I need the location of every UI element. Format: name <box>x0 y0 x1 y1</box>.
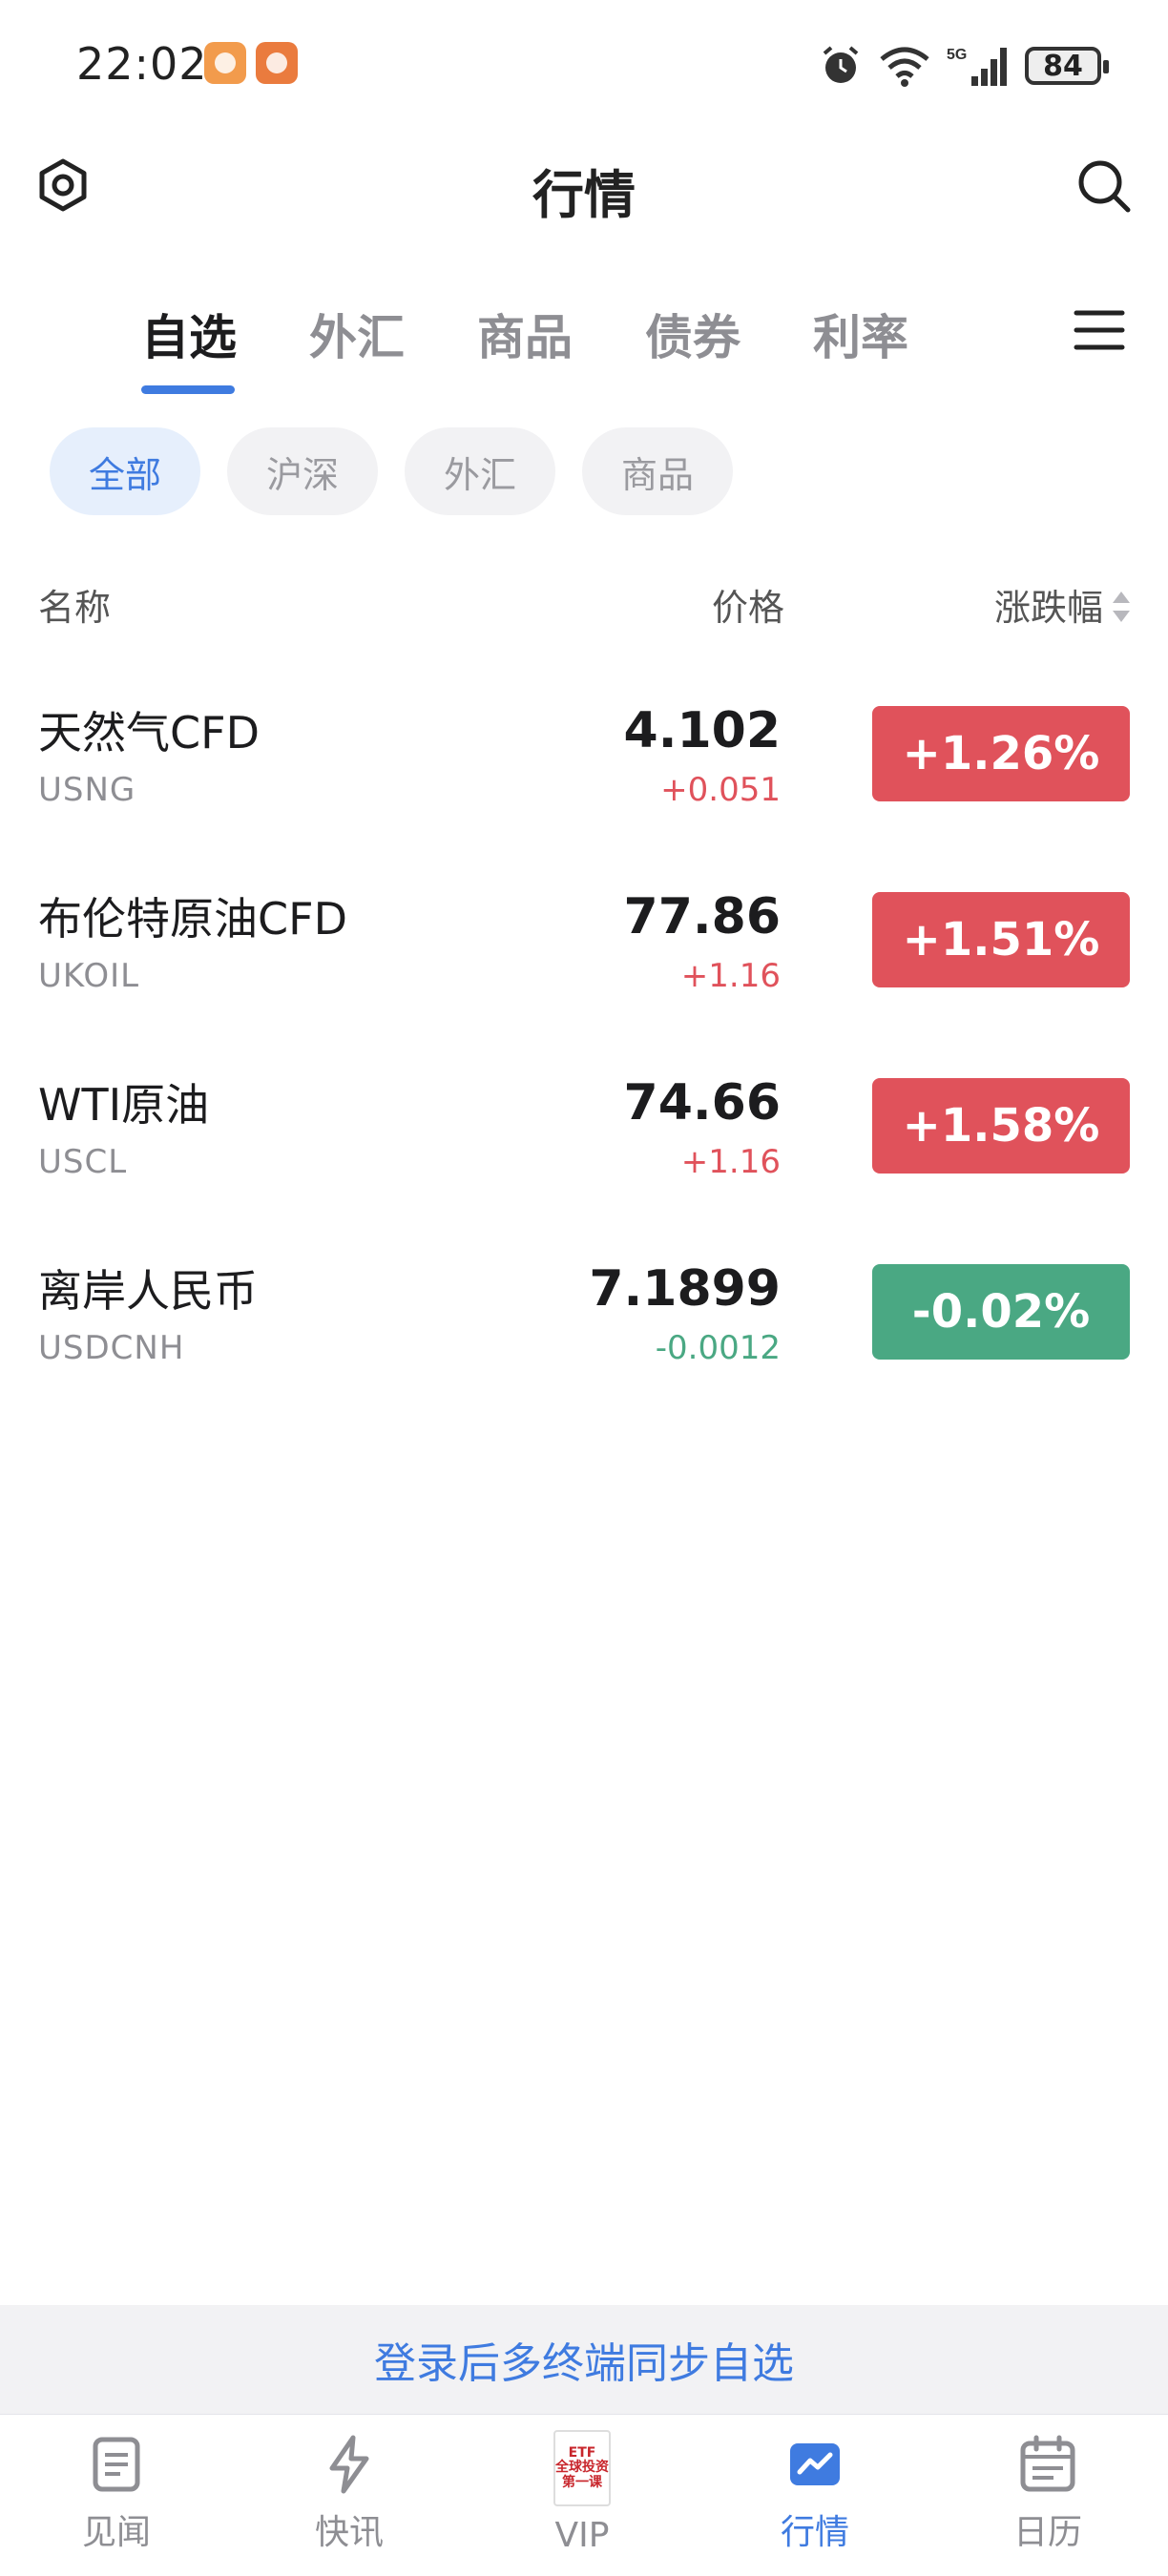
bottom-nav: 见闻 快讯 ETF 全球投资 第一课 VIP 行情 日历 <box>0 2414 1168 2576</box>
instrument-code: UKOIL <box>38 957 140 995</box>
status-bar: 22:02 5G 84 <box>0 0 1168 134</box>
column-headers: 名称 价格 涨跌幅 <box>38 578 1132 635</box>
instrument-name: 布伦特原油CFD <box>38 893 347 945</box>
change-badge[interactable]: +1.58% <box>872 1078 1130 1174</box>
change-badge[interactable]: +1.26% <box>872 706 1130 801</box>
status-indicators: 5G 84 <box>819 44 1109 88</box>
wifi-icon <box>880 47 929 87</box>
tab-rates[interactable]: 利率 <box>813 300 908 368</box>
change-badge[interactable]: -0.02% <box>872 1264 1130 1360</box>
lightning-icon <box>329 2435 369 2494</box>
calendar-icon <box>1020 2435 1075 2492</box>
quote-row[interactable]: 布伦特原油CFD UKOIL 77.86 +1.16 +1.51% <box>0 854 1168 1040</box>
battery-level: 84 <box>1043 49 1083 83</box>
alarm-icon <box>823 46 859 83</box>
column-header-change[interactable]: 涨跌幅 <box>994 578 1103 631</box>
instrument-delta: +0.051 <box>660 771 781 809</box>
nav-label: 快讯 <box>314 2513 384 2552</box>
tab-commodities[interactable]: 商品 <box>477 300 573 368</box>
filter-pills: 全部 沪深 外汇 商品 <box>50 427 733 515</box>
cellular-5g-icon: 5G <box>947 47 1007 86</box>
quote-list: 天然气CFD USNG 4.102 +0.051 +1.26% 布伦特原油CFD… <box>0 668 1168 1412</box>
cover-line: ETF <box>568 2444 596 2461</box>
active-tab-indicator <box>141 385 235 394</box>
filter-forex[interactable]: 外汇 <box>405 427 555 515</box>
nav-item-vip[interactable]: ETF 全球投资 第一课 VIP <box>487 2415 678 2576</box>
filter-a-shares[interactable]: 沪深 <box>227 427 378 515</box>
app-header: 行情 <box>0 143 1168 229</box>
svg-text:5G: 5G <box>947 47 967 63</box>
instrument-name: 天然气CFD <box>38 707 260 758</box>
tab-watchlist[interactable]: 自选 <box>141 300 237 368</box>
nav-label: 见闻 <box>81 2513 151 2552</box>
instrument-price: 74.66 <box>623 1074 781 1132</box>
document-icon <box>93 2437 140 2492</box>
book-cover-icon: ETF 全球投资 第一课 <box>553 2430 611 2506</box>
column-header-name: 名称 <box>38 587 112 629</box>
chart-icon <box>790 2443 840 2485</box>
cover-line: 全球投资 <box>555 2460 609 2476</box>
sort-icon[interactable] <box>1111 590 1132 624</box>
login-sync-banner[interactable]: 登录后多终端同步自选 <box>0 2305 1168 2414</box>
instrument-delta: +1.16 <box>680 1143 781 1181</box>
menu-icon[interactable] <box>1069 300 1130 361</box>
tab-forex[interactable]: 外汇 <box>309 300 405 368</box>
instrument-delta: +1.16 <box>680 957 781 995</box>
quote-row[interactable]: WTI原油 USCL 74.66 +1.16 +1.58% <box>0 1040 1168 1226</box>
instrument-code: USDCNH <box>38 1329 185 1367</box>
nav-label: 行情 <box>780 2513 849 2552</box>
notification-app-icon <box>256 42 298 84</box>
column-header-price: 价格 <box>711 587 784 629</box>
nav-item-flash[interactable]: 快讯 <box>254 2415 445 2576</box>
instrument-price: 4.102 <box>623 702 781 759</box>
market-tabs: 自选 外汇 商品 债券 利率 <box>0 286 1168 401</box>
instrument-price: 77.86 <box>623 888 781 945</box>
page-title: 行情 <box>532 165 636 225</box>
filter-commodities[interactable]: 商品 <box>582 427 733 515</box>
instrument-code: USCL <box>38 1143 128 1181</box>
nav-item-news[interactable]: 见闻 <box>21 2415 212 2576</box>
nav-label: VIP <box>554 2516 610 2555</box>
nav-label: 日历 <box>1012 2513 1082 2552</box>
quote-row[interactable]: 离岸人民币 USDCNH 7.1899 -0.0012 -0.02% <box>0 1226 1168 1412</box>
instrument-delta: -0.0012 <box>655 1329 781 1367</box>
instrument-name: 离岸人民币 <box>38 1265 258 1317</box>
status-time: 22:02 <box>76 38 208 90</box>
filter-all[interactable]: 全部 <box>50 427 200 515</box>
instrument-name: WTI原油 <box>38 1079 210 1131</box>
notification-app-icon <box>204 42 246 84</box>
nav-item-calendar[interactable]: 日历 <box>952 2415 1143 2576</box>
instrument-price: 7.1899 <box>589 1260 781 1318</box>
search-icon[interactable] <box>1074 156 1134 216</box>
instrument-code: USNG <box>38 771 136 809</box>
nav-item-market[interactable]: 行情 <box>720 2415 910 2576</box>
cover-line: 第一课 <box>562 2474 602 2490</box>
change-badge[interactable]: +1.51% <box>872 892 1130 987</box>
quote-row[interactable]: 天然气CFD USNG 4.102 +0.051 +1.26% <box>0 668 1168 854</box>
battery-indicator: 84 <box>1025 47 1109 85</box>
tab-bonds[interactable]: 债券 <box>645 300 740 368</box>
